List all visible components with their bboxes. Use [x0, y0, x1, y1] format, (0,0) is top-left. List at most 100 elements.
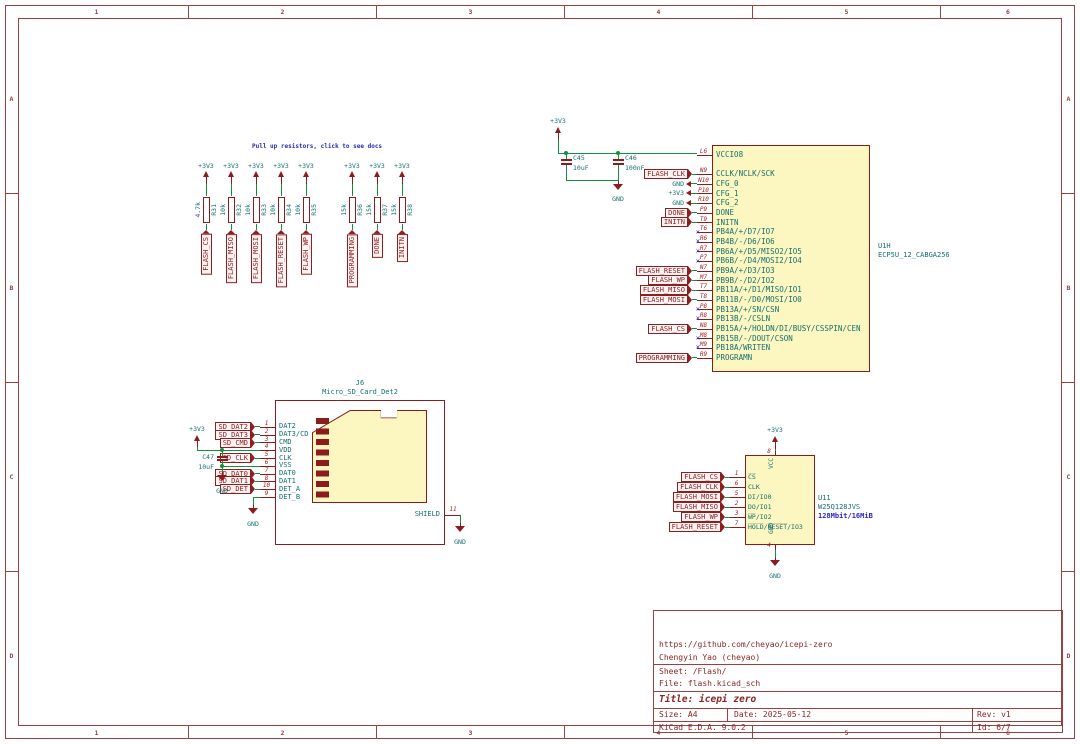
gnd-icon[interactable]: [216, 472, 228, 482]
power-net-label[interactable]: GND: [672, 199, 684, 207]
global-net-label[interactable]: FLASH_WP: [648, 275, 688, 285]
pin-stub[interactable]: 9: [260, 493, 275, 501]
power-3v3-label: +3V3: [544, 118, 572, 125]
global-net-label[interactable]: FLASH_MOSI: [673, 492, 721, 502]
pin-line: [697, 290, 712, 291]
pin-name: PB9B/-/D2/IO2: [712, 277, 775, 285]
pin-line: [697, 184, 712, 185]
resistor-body[interactable]: [228, 197, 235, 223]
global-label-arrow-icon: [398, 230, 406, 234]
global-net-label[interactable]: INITN: [397, 234, 408, 262]
global-net-label[interactable]: FLASH_MISO: [640, 285, 688, 295]
global-net-label[interactable]: FLASH_MOSI: [640, 295, 688, 305]
global-net-label[interactable]: DONE: [665, 208, 688, 218]
global-net-label[interactable]: FLASH_RESET: [636, 266, 688, 276]
power-net-label[interactable]: +3V3: [668, 189, 684, 197]
global-net-label[interactable]: FLASH_CLK: [677, 482, 721, 492]
gnd-icon[interactable]: [769, 557, 781, 567]
pin-stub[interactable]: 7: [730, 522, 745, 532]
pullup-resistor[interactable]: +3V3 15k R37 DONE: [365, 163, 389, 257]
global-net-label[interactable]: DONE: [372, 234, 383, 258]
pin-stub[interactable]: L6: [697, 150, 712, 160]
pin-name: PB15B/-/DOUT/CSON: [712, 335, 793, 343]
resistor-body[interactable]: [349, 197, 356, 223]
power-3v3-label: +3V3: [223, 163, 239, 170]
title-block-divider: [727, 708, 728, 721]
sdcard-pin-rows: SD_DAT2 1 DAT2 SD_DAT3 2 DAT3/CD SD_CMD: [160, 423, 360, 501]
power-3v3-icon[interactable]: [302, 171, 311, 184]
power-3v3-label: +3V3: [369, 163, 385, 170]
resistor-value: 15k: [366, 204, 373, 216]
fpga-pin-row: PROGRAMMING R9 PROGRAMN: [540, 353, 880, 363]
pin-line: [697, 155, 712, 156]
power-net-label[interactable]: GND: [672, 180, 684, 188]
fpga-pin-row: ✕ P7 PB6B/-/D4/MOSI2/IO4: [540, 256, 880, 266]
pin-stub[interactable]: R9: [697, 353, 712, 363]
power-3v3-icon[interactable]: [202, 171, 211, 184]
power-3v3-icon[interactable]: [227, 171, 236, 184]
capacitor-plate[interactable]: [217, 456, 228, 458]
wire: [377, 184, 378, 196]
resistor-body[interactable]: [399, 197, 406, 223]
flash-part: W25Q128JVS: [818, 504, 860, 511]
global-net-label[interactable]: PROGRAMMING: [347, 234, 358, 287]
frame-row-label: D: [1062, 572, 1075, 739]
sdcard-ref: J6: [275, 380, 445, 387]
pin-name: W̅P̅/IO2: [745, 514, 771, 521]
power-3v3-label: +3V3: [183, 426, 211, 433]
global-net-label[interactable]: FLASH_RESET: [276, 234, 287, 287]
frame-row-label: B: [5, 194, 18, 383]
global-net-label[interactable]: FLASH_CS: [681, 472, 721, 482]
global-net-label[interactable]: FLASH_RESET: [669, 522, 721, 532]
global-net-label[interactable]: FLASH_WP: [301, 234, 312, 275]
resistor-body[interactable]: [303, 197, 310, 223]
frame-row-label: A: [5, 5, 18, 194]
power-3v3-icon[interactable]: [771, 436, 780, 449]
power-3v3-icon[interactable]: [554, 127, 563, 140]
resistor-body[interactable]: [253, 197, 260, 223]
docs-note-text[interactable]: Pull up resistors, click to see docs: [252, 143, 382, 150]
pullup-resistor[interactable]: +3V3 15k R36 PROGRAMMING: [340, 163, 364, 287]
pullup-resistor[interactable]: +3V3 10k R33 FLASH_MOSI: [244, 163, 268, 283]
power-3v3-icon[interactable]: [373, 171, 382, 184]
sheet-id: Id: 6/7: [977, 724, 1011, 732]
title-block-divider: [654, 721, 1062, 722]
resistor-ref: R36: [357, 204, 364, 216]
power-3v3-icon[interactable]: [348, 171, 357, 184]
global-net-label[interactable]: FLASH_WP: [681, 512, 721, 522]
no-connect-icon: ✕: [696, 315, 700, 322]
pin-line: [697, 271, 712, 272]
pin-line[interactable]: [445, 515, 460, 516]
wire: [222, 466, 260, 467]
pullup-resistor[interactable]: +3V3 15k R38 INITN: [390, 163, 414, 262]
pullup-resistor[interactable]: +3V3 10k R32 FLASH_MISO: [219, 163, 243, 283]
resistor-body[interactable]: [278, 197, 285, 223]
power-3v3-icon[interactable]: [252, 171, 261, 184]
pin-line: [730, 507, 745, 508]
global-net-label[interactable]: FLASH_CLK: [644, 169, 688, 179]
global-net-label[interactable]: FLASH_MISO: [226, 234, 237, 283]
resistor-body[interactable]: [203, 197, 210, 223]
global-net-label[interactable]: FLASH_CS: [648, 324, 688, 334]
title-block-divider: [654, 664, 1062, 665]
power-3v3-icon[interactable]: [398, 171, 407, 184]
pullup-resistor[interactable]: +3V3 10k R35 FLASH_WP: [294, 163, 318, 274]
global-net-label[interactable]: INITN: [661, 217, 688, 227]
resistor-body[interactable]: [374, 197, 381, 223]
resistor-value: 15k: [341, 204, 348, 216]
global-net-label[interactable]: FLASH_CS: [201, 234, 212, 275]
paper-size: Size: A4: [659, 711, 698, 719]
frame-column-label: 5: [753, 5, 941, 18]
pullup-resistor[interactable]: +3V3 4.7k R31 FLASH_CS: [194, 163, 218, 274]
global-net-label[interactable]: FLASH_MOSI: [251, 234, 262, 283]
gnd-icon[interactable]: [247, 505, 259, 515]
global-net-label[interactable]: PROGRAMMING: [636, 353, 688, 363]
global-net-label[interactable]: FLASH_MISO: [673, 502, 721, 512]
pullup-resistor[interactable]: +3V3 10k R34 FLASH_RESET: [269, 163, 293, 287]
frame-row-label: C: [1062, 383, 1075, 572]
power-3v3-icon[interactable]: [277, 171, 286, 184]
gnd-icon[interactable]: [454, 523, 466, 533]
frame-column-label: 2: [189, 726, 377, 739]
fpga-pin-row: FLASH_CS N8 PB15A/+/HOLDN/DI/BUSY/CSSPIN…: [540, 324, 880, 334]
fpga-pin-row: [540, 160, 880, 170]
